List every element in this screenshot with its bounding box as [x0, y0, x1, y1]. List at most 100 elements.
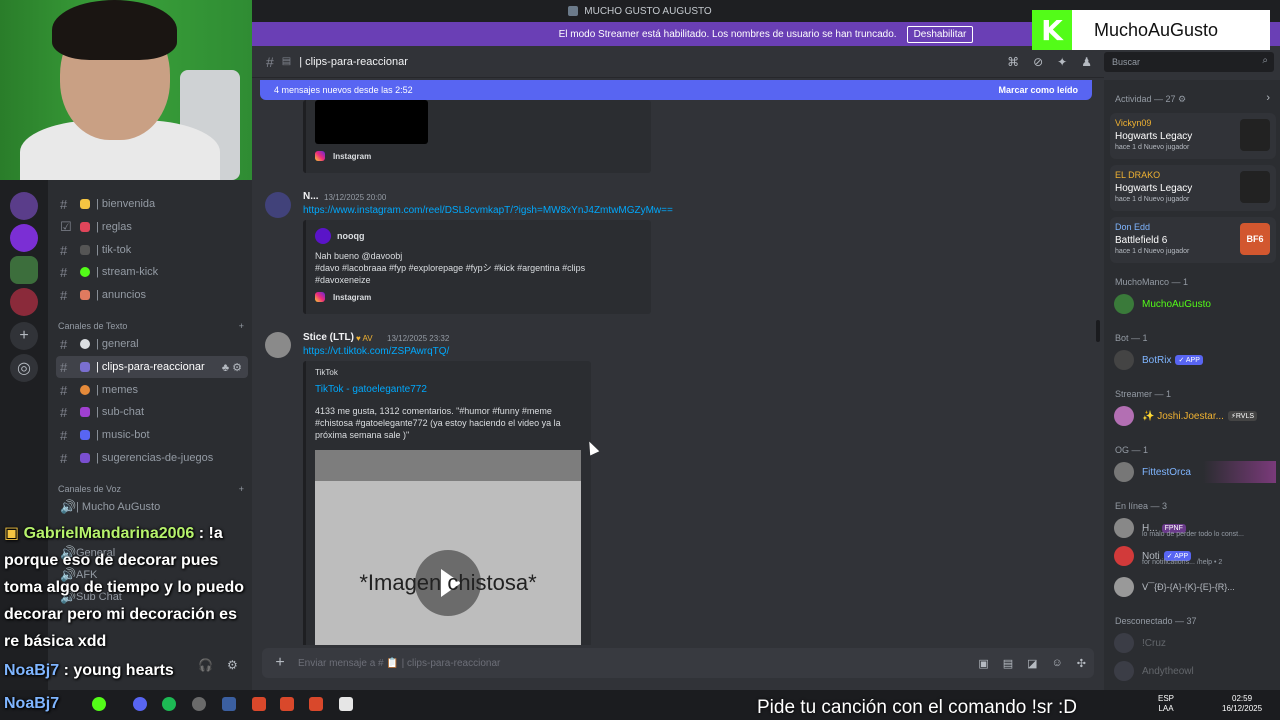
channel-general[interactable]: # | general — [56, 333, 248, 355]
add-channel-icon[interactable]: + — [239, 484, 244, 494]
member-item[interactable]: !Cruz — [1114, 632, 1276, 654]
search-input[interactable]: Buscar ⌕ — [1104, 52, 1274, 72]
chevron-right-icon[interactable]: › — [1266, 92, 1270, 104]
server-icon-2[interactable] — [10, 224, 38, 252]
chat-text: : young hearts — [63, 662, 174, 679]
member-item[interactable]: H... FPNF lo malo de perder todo lo const.… — [1114, 517, 1276, 539]
avatar[interactable] — [265, 332, 291, 358]
activity-user: Don Edd — [1115, 222, 1151, 232]
embed-line-2: #chistosa #gatoelegante772 (ya estoy hac… — [315, 418, 561, 428]
member-item[interactable]: ᐯ‾‾{Ð}-{A}-{K}-{E}-{R}... — [1114, 576, 1276, 598]
brave-taskbar-icon[interactable] — [252, 697, 266, 711]
embed-line-3: #davoxeneize — [315, 275, 371, 285]
kick-name-overlay: K MuchoAuGusto — [1032, 10, 1270, 50]
server-icon-1[interactable] — [10, 192, 38, 220]
hash-icon: # — [266, 53, 274, 70]
heart-icon — [80, 407, 90, 417]
clapper-icon — [80, 362, 90, 372]
brave-taskbar-icon-3[interactable] — [309, 697, 323, 711]
avatar[interactable] — [265, 192, 291, 218]
add-server-icon[interactable]: + — [10, 322, 38, 350]
brave-taskbar-icon-2[interactable] — [280, 697, 294, 711]
member-item[interactable]: Andytheowl — [1114, 660, 1276, 682]
member-item[interactable]: BotRix ✓ APP — [1114, 349, 1276, 371]
attach-plus-icon[interactable]: + — [262, 654, 298, 672]
notifications-icon[interactable]: ⊘ — [1033, 55, 1043, 69]
wave-icon — [80, 199, 90, 209]
voice-category[interactable]: Canales de Voz + — [58, 484, 244, 494]
message-list: Instagram N... 13/12/2025 20:00 https://… — [252, 100, 1104, 645]
server-icon — [568, 6, 579, 16]
message-username[interactable]: Stice (LTL) — [303, 332, 354, 343]
member-item[interactable]: Noti ✓ APP for notifications... /help • 2 — [1114, 545, 1276, 567]
emoji-icon[interactable]: ☺ — [1052, 657, 1063, 670]
channel-settings-icons[interactable]: ♣ ⚙ — [222, 361, 242, 374]
channel-label: | general — [96, 338, 139, 350]
language-indicator[interactable]: ESP LAA — [1158, 694, 1174, 714]
channel-label: | sub-chat — [96, 406, 145, 418]
channel-sugerencias-de-juegos[interactable]: # | sugerencias-de-juegos — [56, 447, 248, 469]
game-art — [1240, 119, 1270, 151]
chat-message: NoaBj7 : young hearts — [4, 657, 174, 684]
channel-stream-kick[interactable]: # | stream-kick — [56, 261, 248, 283]
gif-icon[interactable]: ▤ — [1003, 657, 1013, 670]
activity-user: EL DRAKO — [1115, 170, 1161, 180]
message-username[interactable]: N... — [303, 191, 319, 202]
mark-as-read-button[interactable]: Marcar como leído — [998, 85, 1078, 95]
video-thumbnail[interactable]: *Imagen chistosa* — [315, 450, 581, 645]
composer-placeholder: Enviar mensaje a # 📋 | clips-para-reacci… — [298, 657, 501, 669]
activity-card[interactable]: Don Edd Battlefield 6 hace 1 d Nuevo jug… — [1110, 217, 1276, 263]
member-item[interactable]: MuchoAuGusto — [1114, 293, 1276, 315]
activity-card[interactable]: Vickyn09 Hogwarts Legacy hace 1 d Nuevo … — [1110, 113, 1276, 159]
channel-clips-para-reaccionar[interactable]: # | clips-para-reaccionar ♣ ⚙ — [56, 356, 248, 378]
server-folder[interactable] — [10, 288, 38, 316]
channel-bienvenida[interactable]: # | bienvenida — [56, 193, 248, 215]
text-category[interactable]: Canales de Texto + — [58, 321, 244, 331]
member-name: FittestOrca — [1142, 466, 1191, 478]
activity-card[interactable]: EL DRAKO Hogwarts Legacy hace 1 d Nuevo … — [1110, 165, 1276, 211]
sticker-icon[interactable]: ◪ — [1027, 657, 1037, 670]
gift-icon[interactable]: ▣ — [978, 657, 988, 670]
avatar — [1114, 294, 1134, 314]
music-icon — [80, 430, 90, 440]
embed-title[interactable]: TikTok - gatoelegante772 — [315, 384, 427, 396]
hash-icon: # — [60, 196, 68, 212]
message-scrollbar[interactable] — [1096, 320, 1100, 342]
group-header: OG — 1 — [1115, 445, 1149, 455]
channel-anuncios[interactable]: # | anuncios — [56, 284, 248, 306]
instagram-icon — [315, 151, 325, 161]
pin-icon[interactable]: ✦ — [1057, 55, 1067, 69]
meme-icon — [80, 385, 90, 395]
channel-reglas[interactable]: ☑ | reglas — [56, 216, 248, 238]
voice-channel-mucho-augusto[interactable]: 🔊 | Mucho AuGusto — [56, 496, 248, 518]
chat-user: NoaBj7 — [4, 662, 60, 679]
role-badge: ♥ AV — [356, 334, 373, 343]
hash-icon: # — [60, 359, 68, 375]
embed-thumbnail[interactable] — [315, 100, 428, 144]
channel-memes[interactable]: # | memes — [56, 379, 248, 401]
new-messages-bar[interactable]: 4 mensajes nuevos desde las 2:52 Marcar … — [260, 80, 1092, 100]
channel-sub-chat[interactable]: # | sub-chat — [56, 401, 248, 423]
song-request-text: Pide tu canción con el comando !sr :D — [757, 697, 1078, 718]
file-taskbar-icon[interactable] — [339, 697, 353, 711]
settings-gear-icon[interactable]: ⚙ — [1178, 94, 1186, 104]
speaker-icon: 🔊 — [60, 499, 77, 514]
channel-music-bot[interactable]: # | music-bot — [56, 424, 248, 446]
clock[interactable]: 02:59 16/12/2025 — [1222, 694, 1262, 714]
embed-author[interactable]: nooqg — [337, 230, 365, 242]
threads-icon[interactable]: ⌘ — [1007, 55, 1019, 69]
message-link[interactable]: https://vt.tiktok.com/ZSPAwrqTQ/ — [303, 346, 449, 357]
member-item[interactable]: FittestOrca — [1114, 461, 1276, 483]
message-composer[interactable]: + Enviar mensaje a # 📋 | clips-para-reac… — [262, 648, 1094, 678]
channel-tik-tok[interactable]: # | tik-tok — [56, 239, 248, 261]
add-channel-icon[interactable]: + — [239, 321, 244, 331]
message-link[interactable]: https://www.instagram.com/reel/DSL8cvmka… — [303, 205, 673, 216]
member-item[interactable]: ✨ Joshi.Joestar... ⚡RVLS — [1114, 405, 1276, 427]
megaphone-icon — [80, 290, 90, 300]
apps-icon[interactable]: ✣ — [1077, 657, 1086, 670]
discover-icon[interactable]: ◎ — [10, 354, 38, 382]
members-icon[interactable]: ♟ — [1081, 55, 1092, 69]
disable-streamer-button[interactable]: Deshabilitar — [906, 25, 974, 43]
server-icon-active[interactable] — [10, 256, 38, 284]
message-timestamp: 13/12/2025 20:00 — [324, 193, 387, 202]
